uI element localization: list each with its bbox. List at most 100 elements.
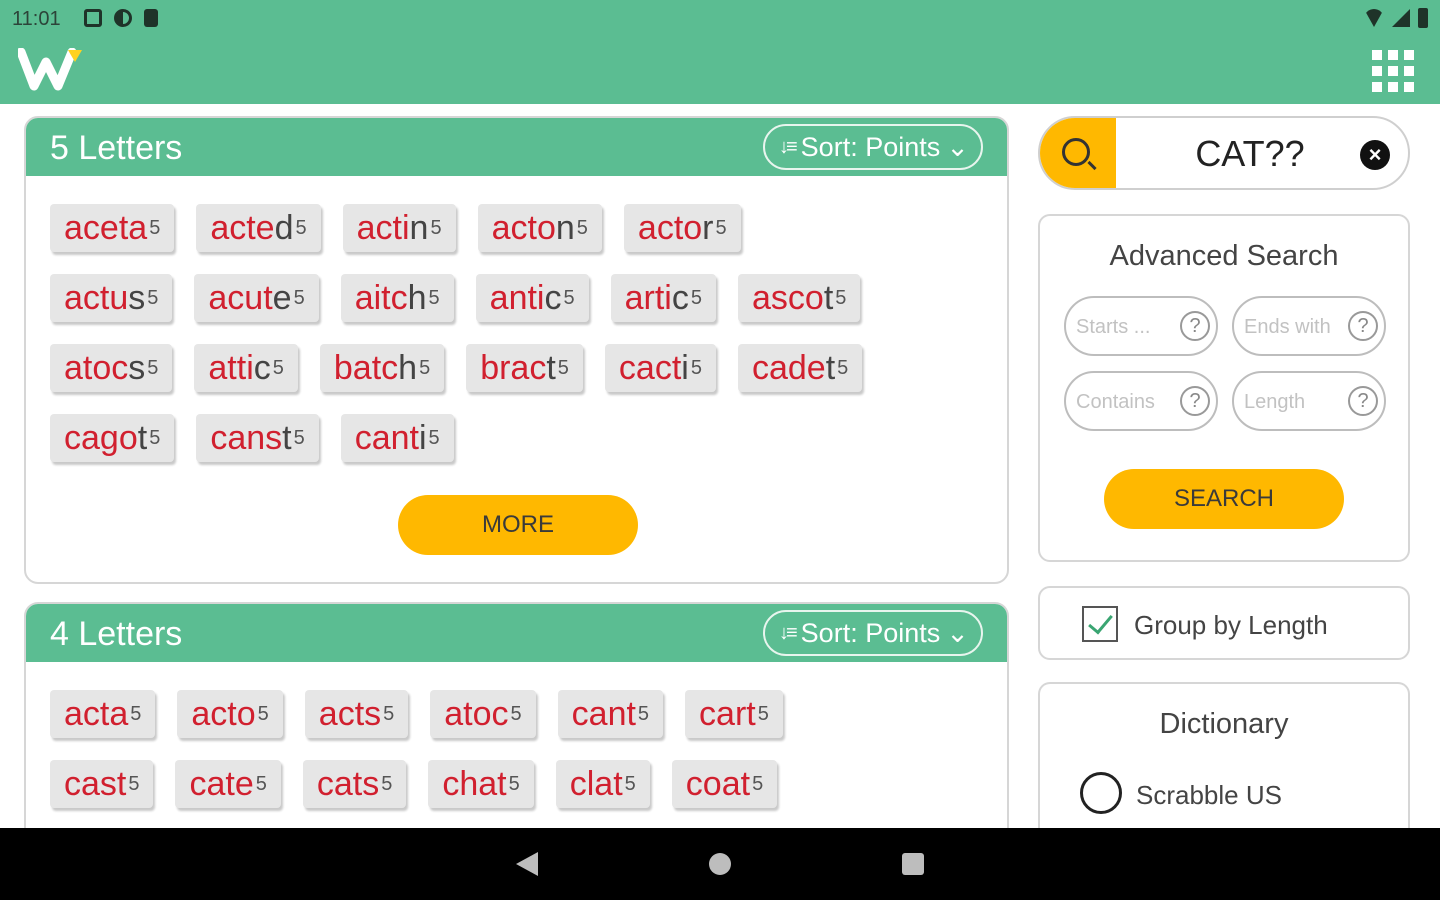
status-system-icons — [1364, 8, 1428, 28]
battery-icon — [1418, 8, 1428, 28]
word-highlight: anti — [489, 278, 545, 317]
word-chip[interactable]: anti c 5 — [475, 274, 589, 322]
word-highlight: cant — [571, 694, 636, 733]
word-chip[interactable]: cant i 5 — [340, 414, 454, 462]
chevron-down-icon: ⌄ — [946, 131, 969, 162]
word-chip[interactable]: acts 5 — [304, 690, 409, 738]
word-chip[interactable]: acut e 5 — [194, 274, 319, 322]
dictionary-title: Dictionary — [1159, 708, 1289, 740]
word-suffix: t — [546, 348, 556, 387]
word-chip[interactable]: batc h 5 — [319, 344, 445, 392]
word-chip[interactable]: atoc s 5 — [50, 344, 173, 392]
group-by-length-checkbox[interactable] — [1082, 606, 1118, 642]
word-chip[interactable]: atoc 5 — [430, 690, 536, 738]
sort-button[interactable]: ↓≡ Sort: Points ⌄ — [763, 124, 983, 170]
group-by-length-label: Group by Length — [1134, 610, 1328, 640]
word-chip[interactable]: cast 5 — [50, 760, 154, 808]
word-suffix: e — [272, 278, 292, 317]
word-chip[interactable]: aceta 5 — [50, 204, 175, 252]
word-chip[interactable]: acto 5 — [177, 690, 283, 738]
word-chip[interactable]: cact i 5 — [604, 344, 716, 392]
word-suffix: d — [274, 208, 294, 247]
ends-with-input[interactable] — [1244, 312, 1352, 342]
recent-apps-icon[interactable] — [902, 853, 924, 875]
word-chip[interactable]: aitc h 5 — [340, 274, 454, 322]
dictionary-radio[interactable] — [1080, 772, 1122, 814]
word-chip[interactable]: acto r 5 — [623, 204, 741, 252]
home-icon[interactable] — [709, 853, 731, 875]
word-row: acta 5 acto 5 acts 5 atoc 5 cant 5 cart 5 — [50, 690, 1007, 738]
starts-with-input[interactable] — [1076, 312, 1184, 342]
wifi-icon — [1364, 9, 1384, 27]
word-highlight: asco — [751, 278, 824, 317]
word-points: 5 — [690, 356, 702, 379]
word-points: 5 — [837, 356, 849, 379]
signal-icon — [1392, 9, 1410, 27]
word-points: 5 — [428, 426, 440, 449]
word-highlight: atoc — [444, 694, 509, 733]
word-chip[interactable]: chat 5 — [428, 760, 534, 808]
help-icon[interactable]: ? — [1180, 311, 1210, 341]
word-chip[interactable]: cans t 5 — [196, 414, 319, 462]
sort-button[interactable]: ↓≡ Sort: Points ⌄ — [763, 610, 983, 656]
word-chip[interactable]: cart 5 — [685, 690, 783, 738]
word-chip[interactable]: arti c 5 — [610, 274, 716, 322]
word-highlight: acto — [491, 208, 556, 247]
word-chip[interactable]: asco t 5 — [737, 274, 861, 322]
word-chip[interactable]: cant 5 — [557, 690, 664, 738]
word-chip[interactable]: acta 5 — [50, 690, 156, 738]
word-list: aceta 5 acte d 5 acti n 5 acto n 5 acto r 5 actu s 5 acut… — [26, 176, 1007, 462]
word-highlight: acto — [637, 208, 703, 247]
word-suffix: i — [681, 348, 689, 387]
word-suffix: h — [407, 278, 427, 317]
contains-input[interactable] — [1076, 387, 1184, 417]
help-icon[interactable]: ? — [1180, 386, 1210, 416]
word-highlight: batc — [333, 348, 399, 387]
word-chip[interactable]: coat 5 — [671, 760, 778, 808]
search-button[interactable] — [1040, 118, 1116, 188]
word-points: 5 — [624, 772, 636, 795]
results-section-5-letters: 5 Letters ↓≡ Sort: Points ⌄ aceta 5 acte d 5… — [24, 116, 1009, 584]
more-button[interactable]: MORE — [398, 495, 638, 555]
advanced-search-button[interactable]: SEARCH — [1104, 469, 1344, 529]
back-icon[interactable] — [516, 852, 538, 876]
status-bar: 11:01 — [0, 0, 1440, 38]
word-points: 5 — [293, 286, 305, 309]
word-chip[interactable]: atti c 5 — [194, 344, 298, 392]
word-chip[interactable]: clat 5 — [555, 760, 650, 808]
help-icon[interactable]: ? — [1348, 311, 1378, 341]
word-row: cago t 5 cans t 5 cant i 5 — [50, 414, 1007, 462]
word-points: 5 — [715, 216, 727, 239]
help-icon[interactable]: ? — [1348, 386, 1378, 416]
word-chip[interactable]: acte d 5 — [196, 204, 321, 252]
search-icon — [1062, 138, 1090, 166]
word-chip[interactable]: cago t 5 — [50, 414, 175, 462]
word-points: 5 — [149, 426, 161, 449]
word-points: 5 — [381, 772, 393, 795]
group-by-length-card: Group by Length — [1038, 586, 1410, 660]
word-suffix: t — [137, 418, 148, 457]
word-suffix: i — [418, 418, 427, 457]
word-highlight: chat — [442, 764, 507, 803]
word-highlight: aceta — [64, 208, 148, 247]
word-highlight: coat — [685, 764, 751, 803]
word-chip[interactable]: acto n 5 — [477, 204, 602, 252]
word-suffix: c — [544, 278, 562, 317]
word-points: 5 — [752, 772, 764, 795]
word-points: 5 — [430, 216, 442, 239]
word-highlight: cats — [316, 764, 380, 803]
app-logo[interactable] — [18, 48, 86, 92]
results-section-4-letters: 4 Letters ↓≡ Sort: Points ⌄ acta 5 acto 5 ac… — [24, 602, 1009, 842]
apps-grid-icon[interactable] — [1372, 50, 1414, 92]
word-points: 5 — [637, 702, 650, 725]
word-chip[interactable]: brac t 5 — [466, 344, 583, 392]
word-chip[interactable]: cats 5 — [302, 760, 407, 808]
length-input[interactable] — [1244, 387, 1352, 417]
search-input[interactable] — [1140, 132, 1360, 176]
word-chip[interactable]: acti n 5 — [342, 204, 456, 252]
word-chip[interactable]: cate 5 — [175, 760, 281, 808]
word-highlight: actu — [64, 278, 129, 317]
word-chip[interactable]: actu s 5 — [50, 274, 173, 322]
word-chip[interactable]: cade t 5 — [737, 344, 863, 392]
clear-icon[interactable]: × — [1360, 140, 1390, 170]
